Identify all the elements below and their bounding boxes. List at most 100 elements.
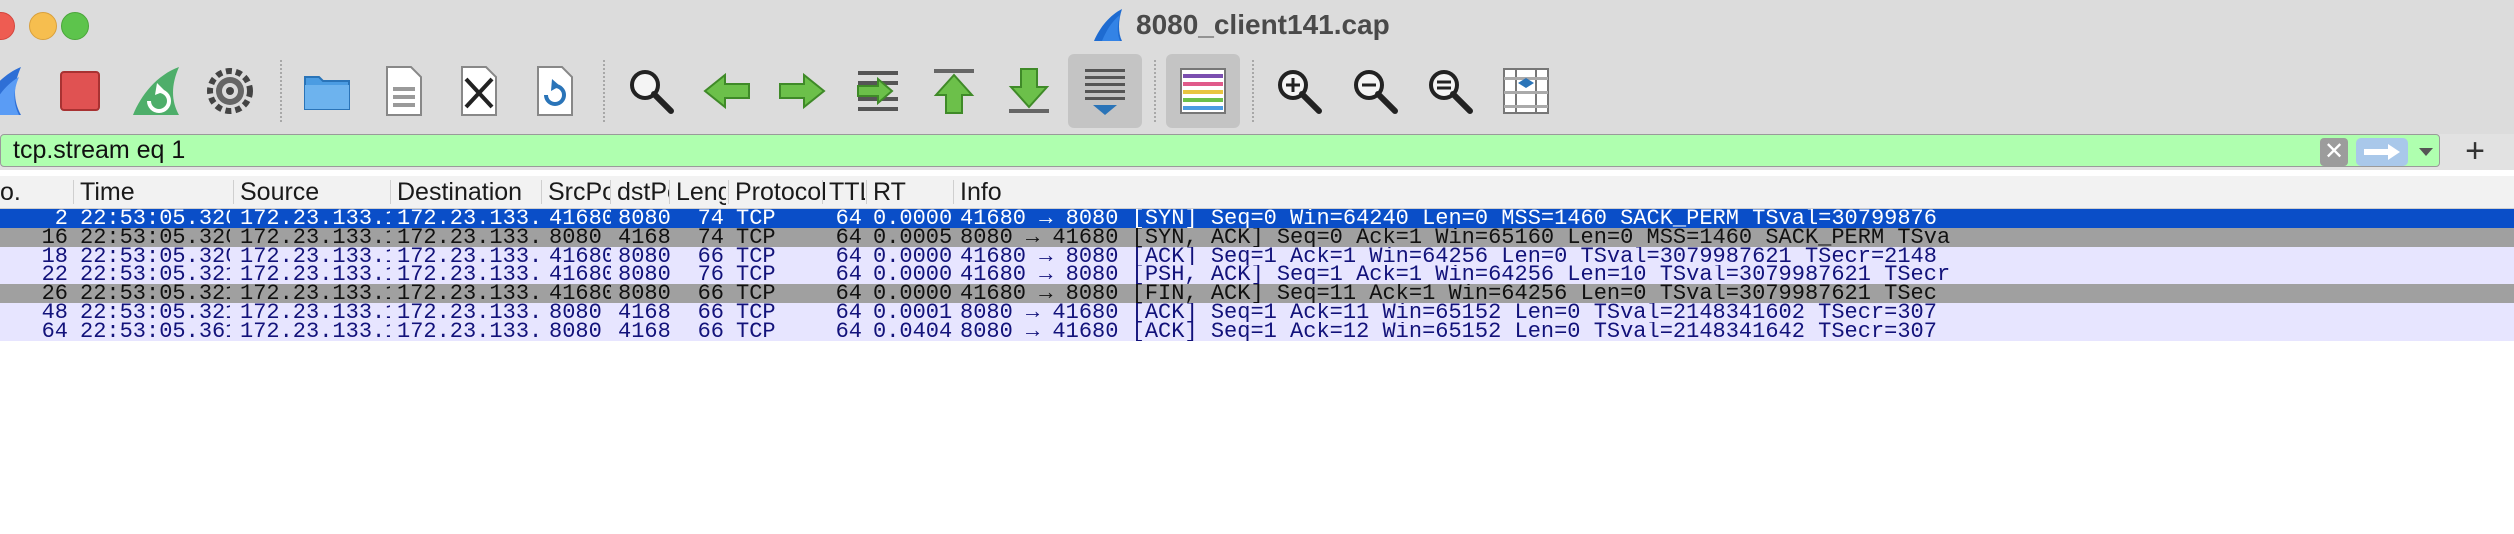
- find-packet-button[interactable]: [614, 54, 688, 128]
- cell-ttl: 64: [835, 265, 862, 284]
- minimize-window-button[interactable]: [29, 12, 57, 40]
- column-header-ttl[interactable]: TTL: [829, 176, 865, 208]
- zoom-out-icon: [1354, 70, 1398, 114]
- packet-row[interactable]: 16 22:53:05.320985 172.23.133.140 172.23.13…: [0, 228, 2514, 247]
- last-packet-button[interactable]: [992, 54, 1066, 128]
- column-divider[interactable]: [822, 180, 823, 204]
- packet-list-header: o. Time Source Destination SrcPort dstPo…: [0, 176, 2514, 209]
- column-header-info[interactable]: Info: [960, 176, 2500, 208]
- toolbar-separator: [280, 60, 282, 122]
- stop-capture-button[interactable]: [43, 54, 117, 128]
- cell-dstport: 41680: [618, 303, 670, 322]
- clear-filter-button[interactable]: ✕: [2320, 138, 2348, 166]
- cell-source: 172.23.133.140: [240, 322, 390, 341]
- zoom-out-button[interactable]: [1338, 54, 1412, 128]
- cell-ttl: 64: [835, 284, 862, 303]
- go-to-packet-button[interactable]: [841, 54, 915, 128]
- filter-history-dropdown[interactable]: [2414, 138, 2438, 166]
- column-header-rt[interactable]: RT: [873, 176, 953, 208]
- save-file-button[interactable]: [366, 54, 440, 128]
- cell-info: 41680 → 8080 [PSH, ACK] Seq=1 Ack=1 Win=…: [960, 265, 1951, 284]
- column-divider[interactable]: [541, 180, 542, 204]
- open-file-button[interactable]: [290, 54, 364, 128]
- column-divider[interactable]: [73, 180, 74, 204]
- go-to-packet-icon: [857, 71, 898, 111]
- packet-row[interactable]: 22 22:53:05.321044 172.23.133.141 172.23.13…: [0, 265, 2514, 284]
- column-divider[interactable]: [728, 180, 729, 204]
- cell-dstport: 8080: [618, 284, 670, 303]
- cell-time: 22:53:05.321060: [80, 284, 230, 303]
- cell-srcport: 8080: [549, 322, 602, 341]
- column-divider[interactable]: [953, 180, 954, 204]
- column-header-protocol[interactable]: Protocol: [735, 176, 825, 208]
- restart-capture-icon: [133, 67, 179, 115]
- cell-protocol: TCP: [736, 303, 776, 322]
- colorize-button[interactable]: [1166, 54, 1240, 128]
- autoscroll-icon: [1085, 69, 1125, 115]
- toolbar-separator: [1252, 60, 1254, 122]
- cell-info: 8080 → 41680 [ACK] Seq=1 Ack=11 Win=6515…: [960, 303, 1937, 322]
- cell-ttl: 64: [835, 303, 862, 322]
- first-packet-button[interactable]: [917, 54, 991, 128]
- column-divider[interactable]: [669, 180, 670, 204]
- go-forward-icon: [779, 72, 826, 110]
- normal-size-button[interactable]: [1413, 54, 1487, 128]
- column-header-source[interactable]: Source: [240, 176, 390, 208]
- packet-row[interactable]: 26 22:53:05.321060 172.23.133.141 172.23.13…: [0, 284, 2514, 303]
- add-filter-button-button[interactable]: +: [2460, 134, 2490, 168]
- cell-ttl: 64: [835, 228, 862, 247]
- column-header-destination[interactable]: Destination: [397, 176, 537, 208]
- cell-no: 64: [41, 322, 68, 341]
- autoscroll-button[interactable]: [1068, 54, 1142, 128]
- toolbar-separator: [603, 60, 605, 122]
- cell-dstport: 41680: [618, 322, 670, 341]
- packet-row[interactable]: 2 22:53:05.320477 172.23.133.141 172.23.133…: [0, 209, 2514, 228]
- cell-destination: 172.23.133.141: [397, 228, 537, 247]
- apply-filter-button[interactable]: [2356, 138, 2408, 166]
- go-forward-button[interactable]: [765, 54, 839, 128]
- column-divider[interactable]: [390, 180, 391, 204]
- display-filter-input[interactable]: tcp.stream eq 1: [0, 134, 2440, 167]
- cell-srcport: 41680: [549, 265, 611, 284]
- packet-row[interactable]: 18 22:53:05.320991 172.23.133.141 172.23.13…: [0, 247, 2514, 266]
- cell-no: 26: [41, 284, 68, 303]
- zoom-in-button[interactable]: [1262, 54, 1336, 128]
- window-title: 8080_client141.cap: [1136, 9, 1390, 40]
- cell-length: 74: [697, 228, 724, 247]
- column-divider[interactable]: [233, 180, 234, 204]
- close-file-icon: [461, 66, 497, 116]
- start-capture-button[interactable]: [0, 54, 34, 128]
- display-filter-bar: tcp.stream eq 1: [0, 134, 2514, 170]
- go-back-icon: [703, 72, 750, 110]
- resize-columns-button[interactable]: [1489, 54, 1563, 128]
- shark-fin-icon: [0, 67, 21, 115]
- column-header-time[interactable]: Time: [80, 176, 230, 208]
- column-divider[interactable]: [866, 180, 867, 204]
- packet-row[interactable]: 48 22:53:05.321232 172.23.133.140 172.23.13…: [0, 303, 2514, 322]
- cell-rt: 0.000016…: [873, 284, 953, 303]
- column-header-srcport[interactable]: SrcPort: [548, 176, 610, 208]
- reload-file-button[interactable]: [517, 54, 591, 128]
- cell-dstport: 8080: [618, 265, 670, 284]
- go-back-button[interactable]: [690, 54, 764, 128]
- cell-rt: 0.000000…: [873, 209, 953, 228]
- window-title-group: 8080_client141.cap: [1090, 0, 1390, 50]
- packet-row[interactable]: 64 22:53:05.361642 172.23.133.140 172.23.13…: [0, 322, 2514, 341]
- restart-capture-button[interactable]: [118, 54, 192, 128]
- column-header-dstport[interactable]: dstPor: [617, 176, 669, 208]
- cell-destination: 172.23.133.141: [397, 303, 537, 322]
- cell-ttl: 64: [835, 209, 862, 228]
- cell-time: 22:53:05.361642: [80, 322, 230, 341]
- cell-dstport: 8080: [618, 209, 670, 228]
- close-window-button[interactable]: [0, 12, 15, 40]
- title-bar: 8080_client141.cap: [0, 0, 2514, 50]
- capture-options-button[interactable]: [193, 54, 267, 128]
- column-header-length[interactable]: Length: [676, 176, 726, 208]
- cell-no: 18: [41, 247, 68, 266]
- cell-protocol: TCP: [736, 209, 776, 228]
- column-divider[interactable]: [610, 180, 611, 204]
- zoom-window-button[interactable]: [61, 12, 89, 40]
- close-file-button[interactable]: [441, 54, 515, 128]
- column-header-no[interactable]: o.: [0, 176, 70, 208]
- cell-length: 66: [697, 284, 724, 303]
